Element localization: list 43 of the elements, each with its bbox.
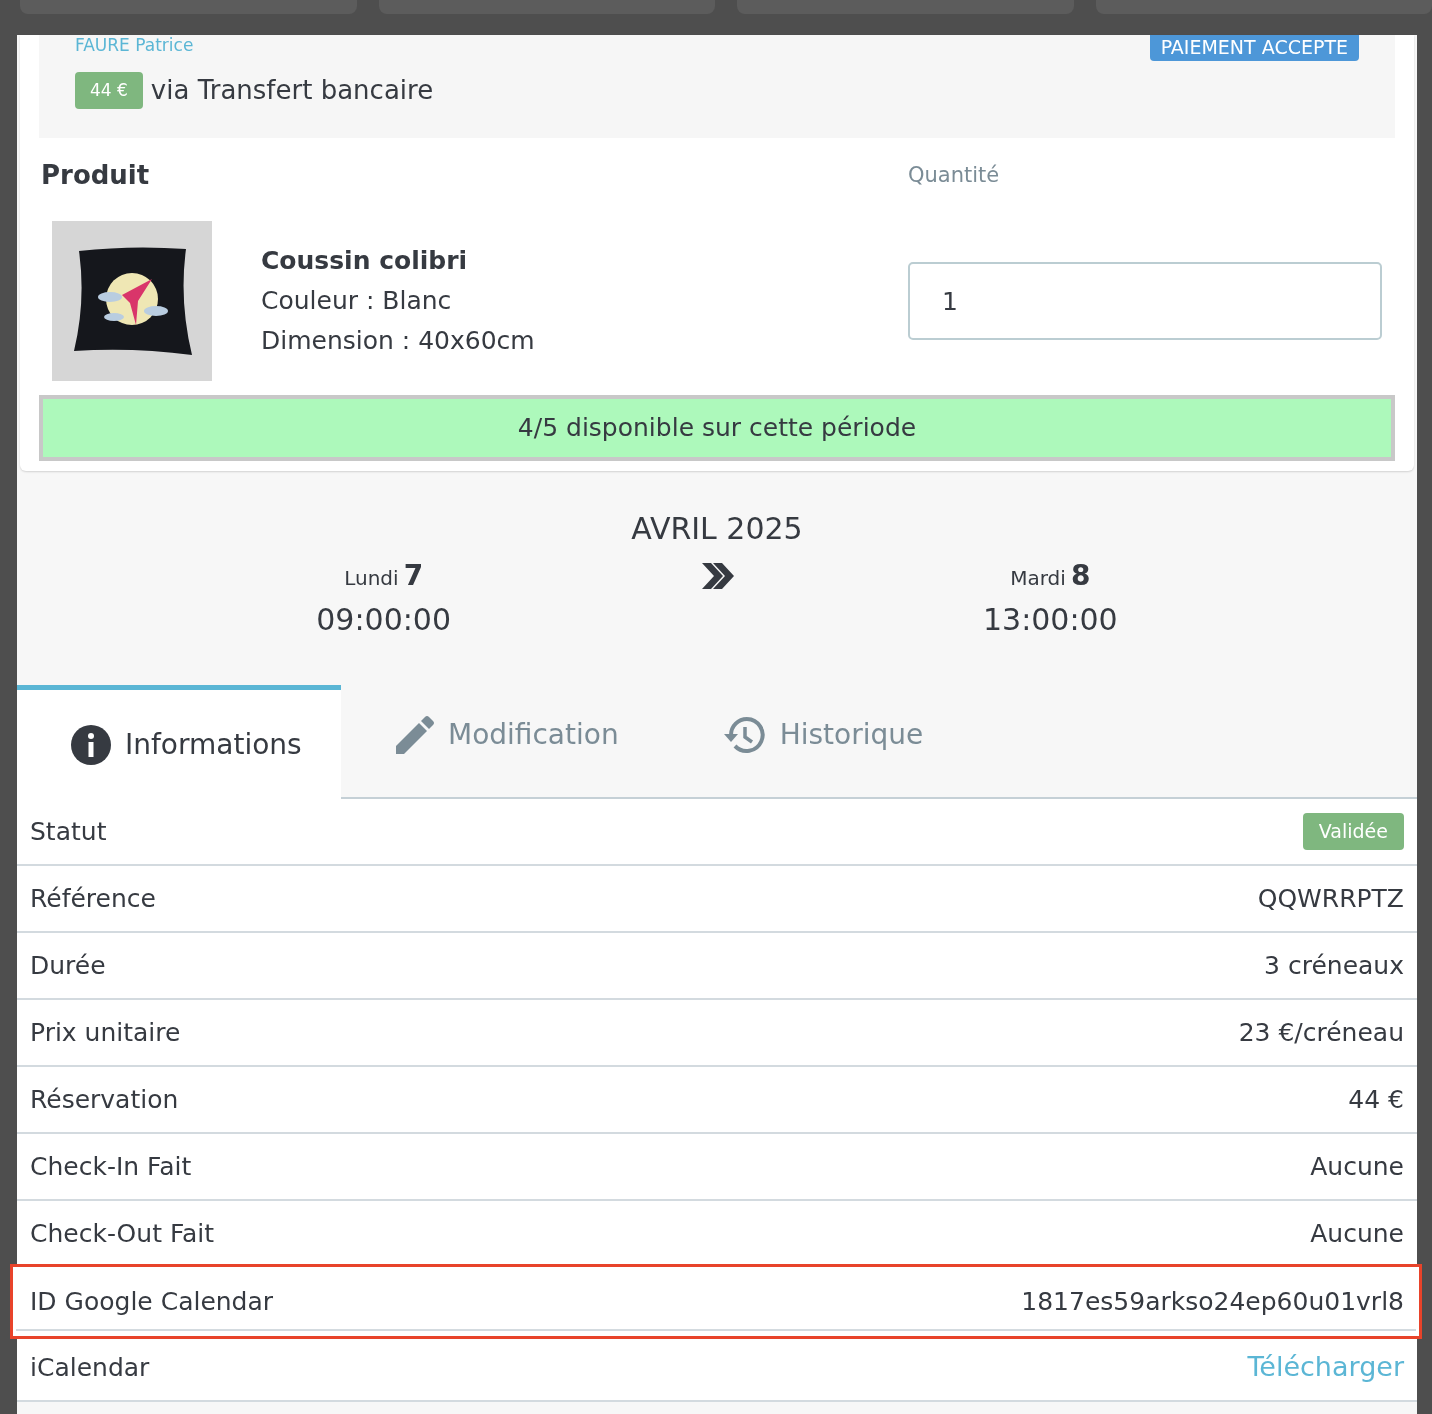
row-value: 3 créneaux	[1264, 949, 1404, 982]
row-label: ID Google Calendar	[30, 1285, 274, 1318]
month-title: AVRIL 2025	[631, 511, 803, 546]
day-name: Lundi	[344, 566, 399, 590]
row-label: Prix unitaire	[30, 1016, 181, 1049]
product-attribute: Couleur : Blanc	[261, 285, 453, 317]
payment-method: via Transfert bancaire	[150, 74, 434, 107]
row-label: Check-Out Fait	[30, 1217, 215, 1250]
info-icon	[71, 724, 111, 765]
row-label: iCalendar	[30, 1351, 150, 1384]
time-value: 09:00:00	[316, 602, 452, 637]
tab[interactable]: Informations	[17, 685, 341, 799]
availability-bar: 4/5 disponible sur cette période	[39, 395, 1395, 461]
row-label: Durée	[30, 949, 106, 982]
time-value: 13:00:00	[982, 602, 1118, 637]
tab[interactable]: Modification	[341, 685, 669, 797]
status-badge: Validée	[1302, 813, 1404, 850]
row-value: 1817es59arkso24ep60u01vrl8	[1021, 1285, 1404, 1318]
row-label: Check-In Fait	[30, 1150, 192, 1183]
row-label: Référence	[30, 882, 156, 915]
row-value: Aucune	[1310, 1217, 1404, 1250]
day-name: Mardi	[1010, 566, 1066, 590]
customer-link[interactable]: FAURE Patrice	[75, 35, 434, 55]
pencil-icon	[396, 716, 434, 754]
download-link[interactable]: Télécharger	[1247, 1347, 1404, 1388]
quantity-label: Quantité	[908, 163, 1000, 187]
day-number: 7	[403, 559, 424, 592]
product-heading: Produit	[41, 160, 150, 190]
payment-status-badge: PAIEMENT ACCEPTE	[1149, 35, 1359, 61]
double-chevron-icon	[700, 561, 734, 591]
row-label: Réservation	[30, 1083, 179, 1116]
amount-badge: 44 €	[75, 71, 143, 110]
day-number: 8	[1070, 559, 1091, 592]
product-attribute: Dimension : 40x60cm	[261, 325, 536, 357]
history-icon	[723, 716, 766, 754]
row-value: QQWRRPTZ	[1257, 882, 1404, 915]
tab[interactable]: Historique	[668, 685, 974, 797]
row-value: 44 €	[1348, 1083, 1404, 1116]
row-value: Aucune	[1310, 1150, 1404, 1183]
row-value: 23 €/créneau	[1238, 1016, 1404, 1049]
row-label: Statut	[30, 815, 107, 848]
quantity-field[interactable]: 1	[908, 262, 1382, 340]
product-name: Coussin colibri	[261, 245, 469, 277]
